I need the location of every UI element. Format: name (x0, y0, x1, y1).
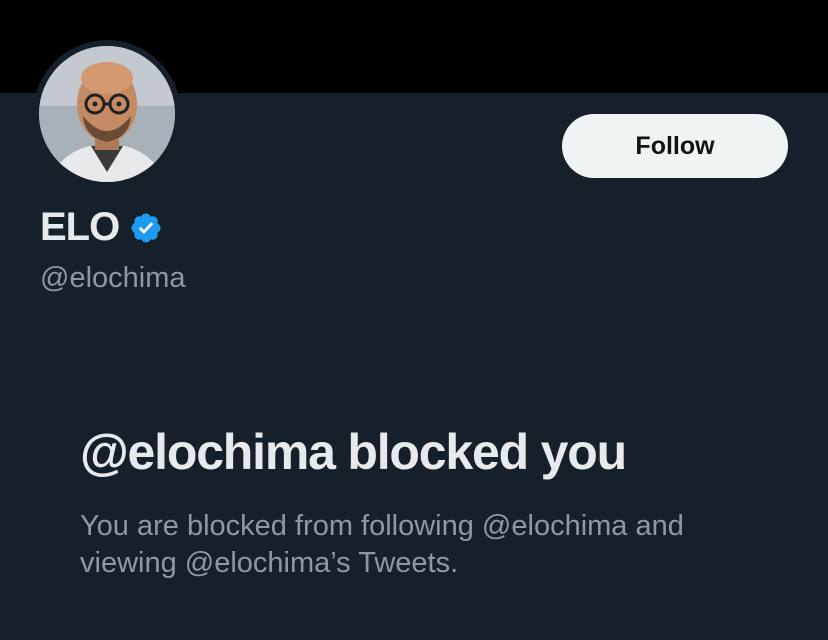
avatar[interactable] (39, 46, 175, 182)
blocked-message: You are blocked from following @elochima… (80, 510, 684, 579)
follow-button[interactable]: Follow (562, 114, 788, 178)
avatar-ring (33, 40, 181, 188)
profile-name-row: ELO (40, 205, 163, 250)
avatar-image (39, 46, 175, 182)
profile-handle: @elochima (40, 262, 186, 294)
verified-badge-icon[interactable] (129, 211, 163, 245)
display-name: ELO (40, 205, 120, 249)
blocked-title: @elochima blocked you (80, 424, 627, 480)
